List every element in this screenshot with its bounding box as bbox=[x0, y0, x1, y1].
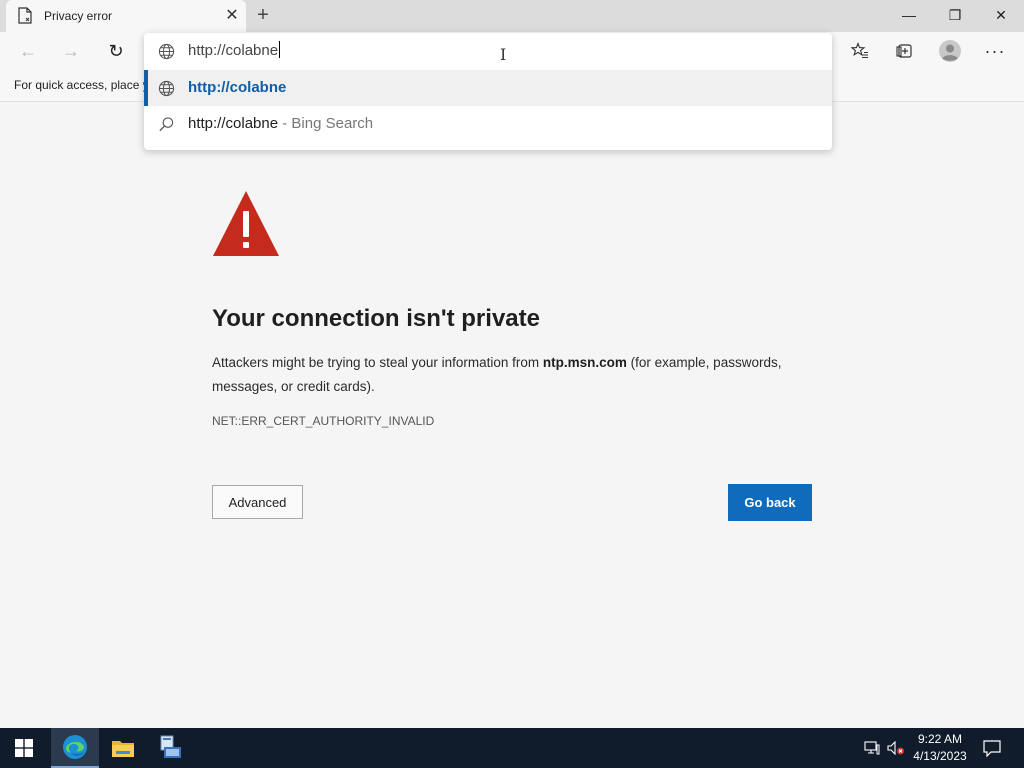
favorites-bar-hint: For quick access, place y bbox=[14, 78, 149, 92]
suggestion-search[interactable]: http://colabne - Bing Search bbox=[144, 106, 832, 142]
settings-more-icon[interactable]: ··· bbox=[980, 36, 1010, 66]
forward-button[interactable]: → bbox=[56, 36, 86, 66]
windows-logo-icon bbox=[15, 739, 33, 757]
network-icon[interactable] bbox=[862, 738, 882, 758]
warning-icon bbox=[213, 191, 279, 256]
restore-button[interactable]: ❐ bbox=[932, 0, 978, 30]
close-window-button[interactable]: ✕ bbox=[978, 0, 1024, 30]
error-code: NET::ERR_CERT_AUTHORITY_INVALID bbox=[212, 414, 435, 428]
globe-icon bbox=[158, 43, 175, 60]
title-bar: Privacy error ✕ + — ❐ ✕ bbox=[0, 0, 1024, 32]
taskbar: 9:22 AM 4/13/2023 bbox=[0, 728, 1024, 768]
network-app-icon bbox=[160, 735, 181, 758]
back-button[interactable]: ← bbox=[13, 36, 43, 66]
address-input[interactable]: http://colabne bbox=[188, 41, 281, 59]
folder-icon bbox=[112, 741, 134, 757]
tab-title: Privacy error bbox=[44, 9, 113, 23]
suggestion-text: http://colabne bbox=[188, 79, 287, 96]
close-tab-icon[interactable]: ✕ bbox=[222, 6, 242, 26]
system-clock[interactable]: 9:22 AM 4/13/2023 bbox=[908, 731, 972, 765]
suggestion-text: http://colabne - Bing Search bbox=[188, 115, 374, 132]
go-back-button[interactable]: Go back bbox=[728, 484, 812, 521]
suggestion-suffix: - Bing Search bbox=[278, 115, 374, 132]
profile-avatar-icon[interactable] bbox=[935, 36, 965, 66]
tab-privacy-error[interactable]: Privacy error ✕ bbox=[6, 0, 246, 32]
notification-icon bbox=[983, 740, 1001, 758]
edge-icon bbox=[63, 735, 87, 759]
taskbar-file-explorer[interactable] bbox=[99, 728, 147, 768]
favorites-icon[interactable] bbox=[845, 36, 875, 66]
address-bar[interactable]: http://colabne I bbox=[144, 33, 832, 70]
collections-icon[interactable] bbox=[890, 36, 920, 66]
host-name: ntp.msn.com bbox=[542, 355, 627, 370]
clock-time: 9:22 AM bbox=[917, 732, 963, 746]
globe-icon bbox=[158, 80, 175, 97]
advanced-button[interactable]: Advanced bbox=[212, 485, 303, 519]
page-title: Your connection isn't private bbox=[212, 305, 540, 332]
mouse-ibeam-cursor: I bbox=[500, 45, 507, 64]
suggestion-url[interactable]: http://colabne bbox=[144, 70, 832, 106]
page-error-icon bbox=[18, 7, 32, 24]
text-caret bbox=[279, 41, 281, 58]
minimize-button[interactable]: — bbox=[886, 0, 932, 30]
clock-date: 4/13/2023 bbox=[913, 749, 967, 763]
notification-center[interactable] bbox=[980, 736, 1004, 760]
page-content: Your connection isn't private Attackers … bbox=[0, 103, 1024, 728]
start-button[interactable] bbox=[0, 728, 48, 768]
refresh-button[interactable]: ↻ bbox=[101, 36, 131, 66]
error-description: Attackers might be trying to steal your … bbox=[212, 355, 782, 394]
volume-muted-icon[interactable] bbox=[886, 738, 906, 758]
search-icon bbox=[159, 117, 174, 132]
taskbar-app[interactable] bbox=[147, 728, 195, 768]
taskbar-edge[interactable] bbox=[51, 728, 99, 768]
new-tab-button[interactable]: + bbox=[252, 4, 274, 26]
address-bar-dropdown: http://colabne I http://colabne http://c… bbox=[144, 33, 832, 150]
